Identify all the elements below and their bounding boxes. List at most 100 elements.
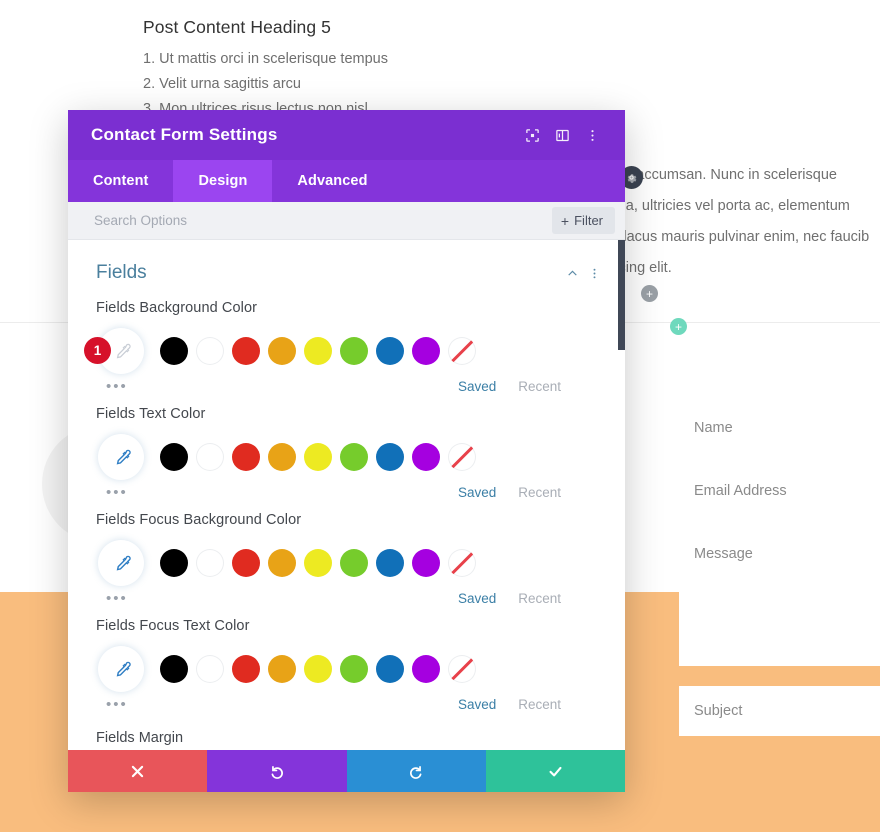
option-label: Fields Background Color xyxy=(96,300,258,316)
swatch-purple[interactable] xyxy=(412,549,440,577)
swatch-orange[interactable] xyxy=(268,337,296,365)
swatch-yellow[interactable] xyxy=(304,655,332,683)
swatch-purple[interactable] xyxy=(412,655,440,683)
swatch-blue[interactable] xyxy=(376,337,404,365)
eyedropper-button[interactable] xyxy=(100,436,142,478)
swatch-black[interactable] xyxy=(160,655,188,683)
saved-colors-link[interactable]: Saved xyxy=(458,697,496,712)
contact-form-settings-modal: Contact Form Settings Content Design Adv… xyxy=(68,110,625,792)
recent-colors-link[interactable]: Recent xyxy=(518,379,561,394)
swatch-black[interactable] xyxy=(160,443,188,471)
swatch-green[interactable] xyxy=(340,549,368,577)
swatch-red[interactable] xyxy=(232,549,260,577)
swatch-green[interactable] xyxy=(340,443,368,471)
swatch-black[interactable] xyxy=(160,549,188,577)
close-icon xyxy=(131,765,144,777)
swatch-yellow[interactable] xyxy=(304,549,332,577)
eyedropper-button[interactable] xyxy=(100,648,142,690)
eyedropper-wrap: 1 xyxy=(84,330,148,372)
list-item: 2. Velit urna sagittis arcu xyxy=(143,76,301,92)
swatch-none[interactable] xyxy=(448,655,476,683)
color-swatch-row xyxy=(96,436,597,478)
save-button[interactable] xyxy=(485,750,625,792)
redo-button[interactable] xyxy=(346,750,486,792)
saved-colors-link[interactable]: Saved xyxy=(458,591,496,606)
search-input[interactable] xyxy=(94,213,552,228)
swatch-blue[interactable] xyxy=(376,655,404,683)
tab-advanced[interactable]: Advanced xyxy=(272,160,392,202)
modal-scrollbar[interactable] xyxy=(618,240,625,750)
paragraph-line: us, lacus mauris pulvinar enim, nec fauc… xyxy=(600,229,870,245)
focus-target-icon[interactable] xyxy=(517,120,547,150)
fields-section-header: Fields xyxy=(68,240,625,300)
swatch-none[interactable] xyxy=(448,337,476,365)
swatch-blue[interactable] xyxy=(376,549,404,577)
cancel-button[interactable] xyxy=(68,750,208,792)
swatch-none[interactable] xyxy=(448,443,476,471)
swatch-more-dots[interactable]: ••• xyxy=(106,591,128,606)
screen-root: Post Content Heading 5 1. Ut mattis orci… xyxy=(0,0,880,832)
undo-icon xyxy=(271,765,284,779)
option-fields-focus-text-color: Fields Focus Text Color ••• Saved Recent xyxy=(68,618,625,724)
modal-tabs: Content Design Advanced xyxy=(68,160,625,202)
color-swatch-row xyxy=(96,648,597,690)
undo-button[interactable] xyxy=(207,750,347,792)
swatch-white[interactable] xyxy=(196,337,224,365)
swatch-black[interactable] xyxy=(160,337,188,365)
add-module-dot-green[interactable]: + xyxy=(670,318,687,335)
option-label: Fields Focus Text Color xyxy=(96,618,250,634)
swatch-purple[interactable] xyxy=(412,443,440,471)
swatch-yellow[interactable] xyxy=(304,443,332,471)
recent-colors-link[interactable]: Recent xyxy=(518,697,561,712)
swatch-white[interactable] xyxy=(196,655,224,683)
eyedropper-button[interactable] xyxy=(100,542,142,584)
swatch-orange[interactable] xyxy=(268,443,296,471)
swatch-orange[interactable] xyxy=(268,549,296,577)
chevron-up-icon[interactable] xyxy=(561,262,583,284)
swatch-more-dots[interactable]: ••• xyxy=(106,697,128,712)
more-vertical-icon[interactable] xyxy=(577,120,607,150)
swatch-yellow[interactable] xyxy=(304,337,332,365)
swatch-none[interactable] xyxy=(448,549,476,577)
modal-title: Contact Form Settings xyxy=(91,125,278,144)
eyedropper-wrap xyxy=(96,436,148,478)
options-scroll-area: Fields Fields Background Color 1 ••• Sav… xyxy=(68,240,625,750)
option-fields-text-color: Fields Text Color ••• Saved Recent xyxy=(68,406,625,512)
swatch-white[interactable] xyxy=(196,549,224,577)
eyedropper-wrap xyxy=(96,542,148,584)
swatch-row-footer: ••• Saved Recent xyxy=(96,372,597,398)
add-module-dot-gray[interactable]: + xyxy=(641,285,658,302)
filter-button[interactable]: + Filter xyxy=(551,207,615,234)
tab-content[interactable]: Content xyxy=(68,160,173,202)
recent-colors-link[interactable]: Recent xyxy=(518,485,561,500)
swatch-red[interactable] xyxy=(232,337,260,365)
preview-field-email: Email Address xyxy=(694,483,787,499)
swatch-red[interactable] xyxy=(232,443,260,471)
section-title: Fields xyxy=(96,262,147,283)
palette-swatches xyxy=(160,655,476,683)
scrollbar-thumb[interactable] xyxy=(618,240,625,350)
option-fields-focus-background-color: Fields Focus Background Color ••• Saved … xyxy=(68,512,625,618)
paragraph-line: piscing elit. xyxy=(600,260,672,276)
tab-design[interactable]: Design xyxy=(173,160,273,202)
swatch-orange[interactable] xyxy=(268,655,296,683)
layout-panel-icon[interactable] xyxy=(547,120,577,150)
swatch-red[interactable] xyxy=(232,655,260,683)
saved-colors-link[interactable]: Saved xyxy=(458,379,496,394)
swatch-green[interactable] xyxy=(340,337,368,365)
swatch-more-dots[interactable]: ••• xyxy=(106,379,128,394)
swatch-purple[interactable] xyxy=(412,337,440,365)
list-item: 1. Ut mattis orci in scelerisque tempus xyxy=(143,51,388,67)
modal-titlebar: Contact Form Settings xyxy=(68,110,625,160)
saved-colors-link[interactable]: Saved xyxy=(458,485,496,500)
swatch-row-footer: ••• Saved Recent xyxy=(96,584,597,610)
swatch-more-dots[interactable]: ••• xyxy=(106,485,128,500)
recent-colors-link[interactable]: Recent xyxy=(518,591,561,606)
option-label: Fields Text Color xyxy=(96,406,206,422)
swatch-blue[interactable] xyxy=(376,443,404,471)
swatch-green[interactable] xyxy=(340,655,368,683)
palette-swatches xyxy=(160,337,476,365)
color-swatch-row xyxy=(96,542,597,584)
more-vertical-icon[interactable] xyxy=(583,262,605,284)
swatch-white[interactable] xyxy=(196,443,224,471)
